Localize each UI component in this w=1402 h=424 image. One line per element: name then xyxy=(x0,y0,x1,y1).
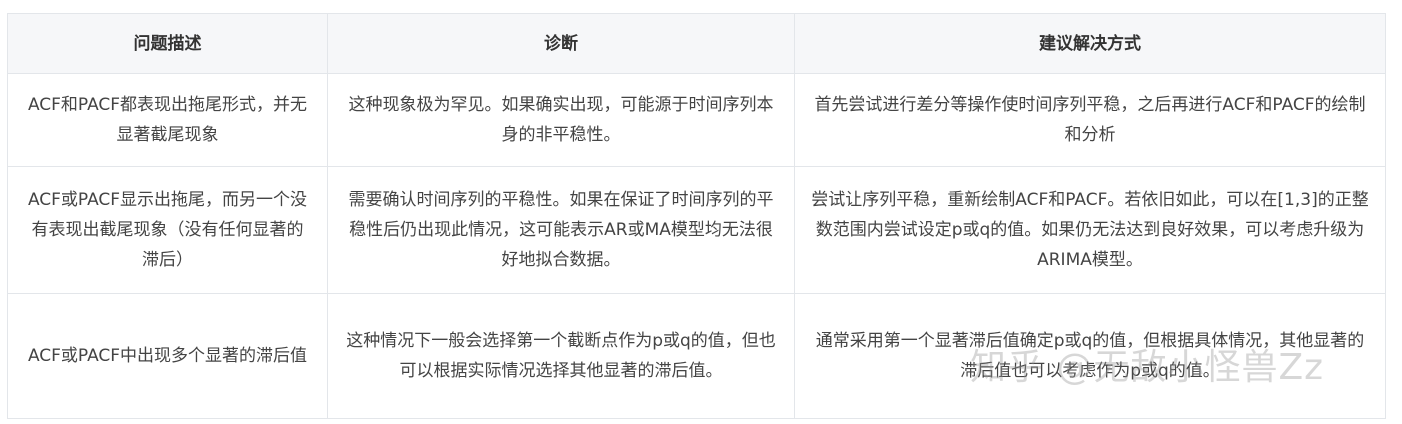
diagnosis-table: 问题描述 诊断 建议解决方式 ACF和PACF都表现出拖尾形式，并无显著截尾现象… xyxy=(7,13,1386,419)
header-solution: 建议解决方式 xyxy=(794,13,1386,74)
cell-solution: 通常采用第一个显著滞后值确定p或q的值，但根据具体情况，其他显著的滞后值也可以考… xyxy=(794,293,1386,419)
table-row: ACF或PACF中出现多个显著的滞后值 这种情况下一般会选择第一个截断点作为p或… xyxy=(7,293,1386,419)
cell-diagnosis: 这种现象极为罕见。如果确实出现，可能源于时间序列本身的非平稳性。 xyxy=(327,73,795,167)
cell-problem: ACF和PACF都表现出拖尾形式，并无显著截尾现象 xyxy=(7,73,328,167)
header-diagnosis: 诊断 xyxy=(327,13,795,74)
cell-diagnosis: 需要确认时间序列的平稳性。如果在保证了时间序列的平稳性后仍出现此情况，这可能表示… xyxy=(327,166,795,294)
table-container: 问题描述 诊断 建议解决方式 ACF和PACF都表现出拖尾形式，并无显著截尾现象… xyxy=(7,13,1386,419)
table-row: ACF和PACF都表现出拖尾形式，并无显著截尾现象 这种现象极为罕见。如果确实出… xyxy=(7,73,1386,167)
header-problem: 问题描述 xyxy=(7,13,328,74)
table-header-row: 问题描述 诊断 建议解决方式 xyxy=(7,13,1386,74)
cell-solution: 尝试让序列平稳，重新绘制ACF和PACF。若依旧如此，可以在[1,3]的正整数范… xyxy=(794,166,1386,294)
cell-problem: ACF或PACF中出现多个显著的滞后值 xyxy=(7,293,328,419)
cell-solution: 首先尝试进行差分等操作使时间序列平稳，之后再进行ACF和PACF的绘制和分析 xyxy=(794,73,1386,167)
cell-problem: ACF或PACF显示出拖尾，而另一个没有表现出截尾现象（没有任何显著的滞后） xyxy=(7,166,328,294)
cell-diagnosis: 这种情况下一般会选择第一个截断点作为p或q的值，但也可以根据实际情况选择其他显著… xyxy=(327,293,795,419)
table-row: ACF或PACF显示出拖尾，而另一个没有表现出截尾现象（没有任何显著的滞后） 需… xyxy=(7,166,1386,294)
